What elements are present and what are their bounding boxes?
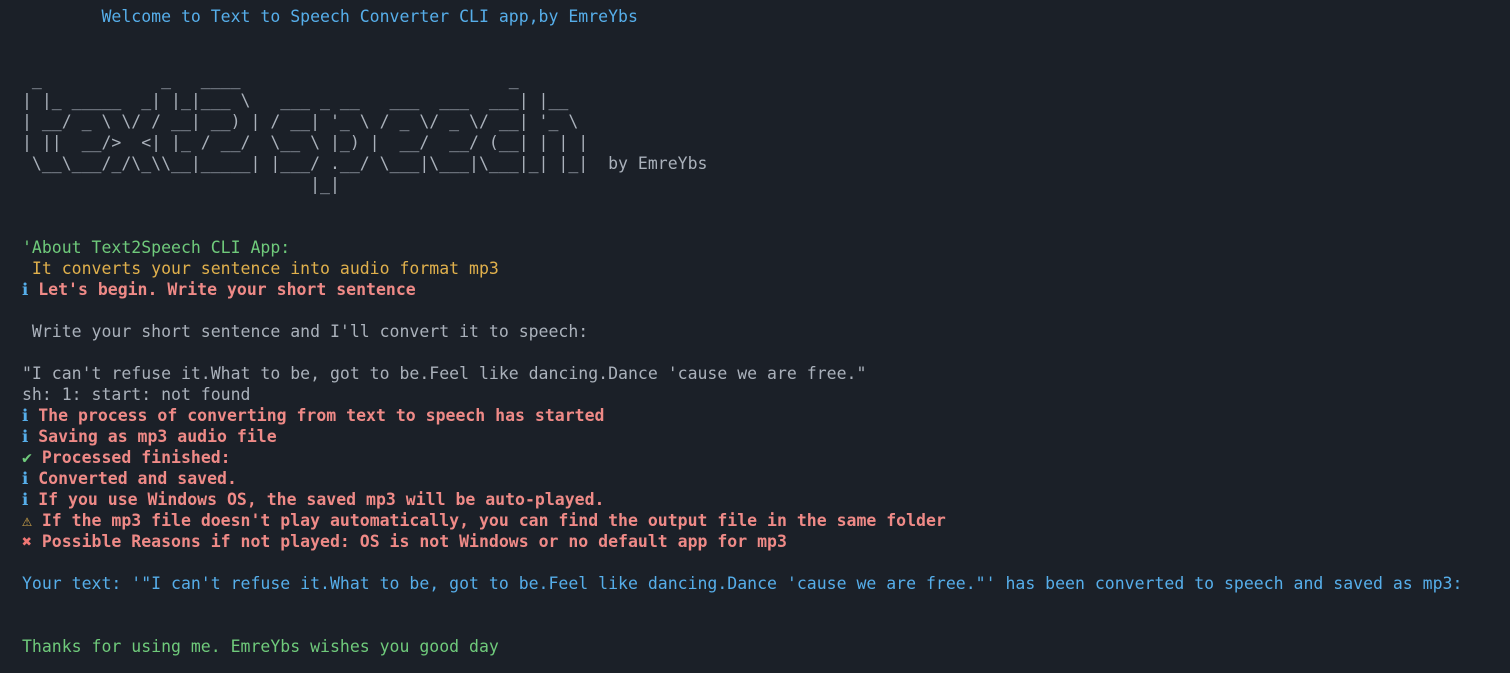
checkmark-icon: ✔ [22, 448, 32, 467]
log-line: ℹ Converted and saved. [22, 468, 1510, 489]
log-text: Possible Reasons if not played: OS is no… [41, 532, 787, 551]
about-title: 'About Text2Speech CLI App: [22, 238, 291, 257]
info-icon: ℹ [22, 427, 29, 446]
welcome-line: Welcome to Text to Speech Converter CLI … [22, 7, 638, 26]
banner-line: | |_ _____ _| |_|___ \ ___ _ __ ___ ___ … [22, 91, 569, 110]
log-text: If you use Windows OS, the saved mp3 wil… [38, 490, 605, 509]
log-text: Saving as mp3 audio file [38, 427, 277, 446]
log-line: ⚠ If the mp3 file doesn't play automatic… [22, 510, 1510, 531]
banner-line: |_| [22, 175, 340, 194]
log-line: ✔ Processed finished: [22, 447, 1510, 468]
log-line: ℹ The process of converting from text to… [22, 405, 1510, 426]
log-line: ℹ If you use Windows OS, the saved mp3 w… [22, 489, 1510, 510]
log-text: Converted and saved. [38, 469, 237, 488]
banner-line: | __/ _ \ \/ / __| __) | / __| '_ \ / _ … [22, 112, 579, 131]
info-icon: ℹ [22, 280, 29, 299]
log-text: Processed finished: [41, 448, 231, 467]
farewell-line: Thanks for using me. EmreYbs wishes you … [22, 637, 499, 656]
input-prompt: Write your short sentence and I'll conve… [22, 322, 589, 341]
begin-message: ℹ Let's begin. Write your short sentence [22, 279, 1510, 300]
result-line: Your text: '"I can't refuse it.What to b… [22, 574, 1463, 593]
begin-message-text: Let's begin. Write your short sentence [38, 280, 416, 299]
log-line: ✖ Possible Reasons if not played: OS is … [22, 531, 1510, 552]
info-icon: ℹ [22, 406, 29, 425]
log-line: ℹ Saving as mp3 audio file [22, 426, 1510, 447]
info-icon: ℹ [22, 490, 29, 509]
info-icon: ℹ [22, 469, 29, 488]
terminal-output: Welcome to Text to Speech Converter CLI … [22, 6, 1510, 657]
cross-icon: ✖ [22, 532, 32, 551]
banner-line: \__\___/_/\_\\__|_____| |___/ .__/ \___|… [22, 154, 708, 173]
log-text: If the mp3 file doesn't play automatical… [41, 511, 946, 530]
about-description: It converts your sentence into audio for… [22, 259, 499, 278]
banner-line: _ _ ____ _ [22, 70, 519, 89]
warning-icon: ⚠ [22, 511, 32, 530]
log-text: The process of converting from text to s… [38, 406, 605, 425]
user-input-echo[interactable]: "I can't refuse it.What to be, got to be… [22, 363, 1510, 384]
ascii-banner: _ _ ____ _ | |_ _____ _| |_|___ \ ___ _ … [22, 69, 1510, 195]
banner-line: | || __/> <| |_ / __/ \__ \ |_) | __/ __… [22, 133, 589, 152]
shell-error: sh: 1: start: not found [22, 385, 251, 404]
